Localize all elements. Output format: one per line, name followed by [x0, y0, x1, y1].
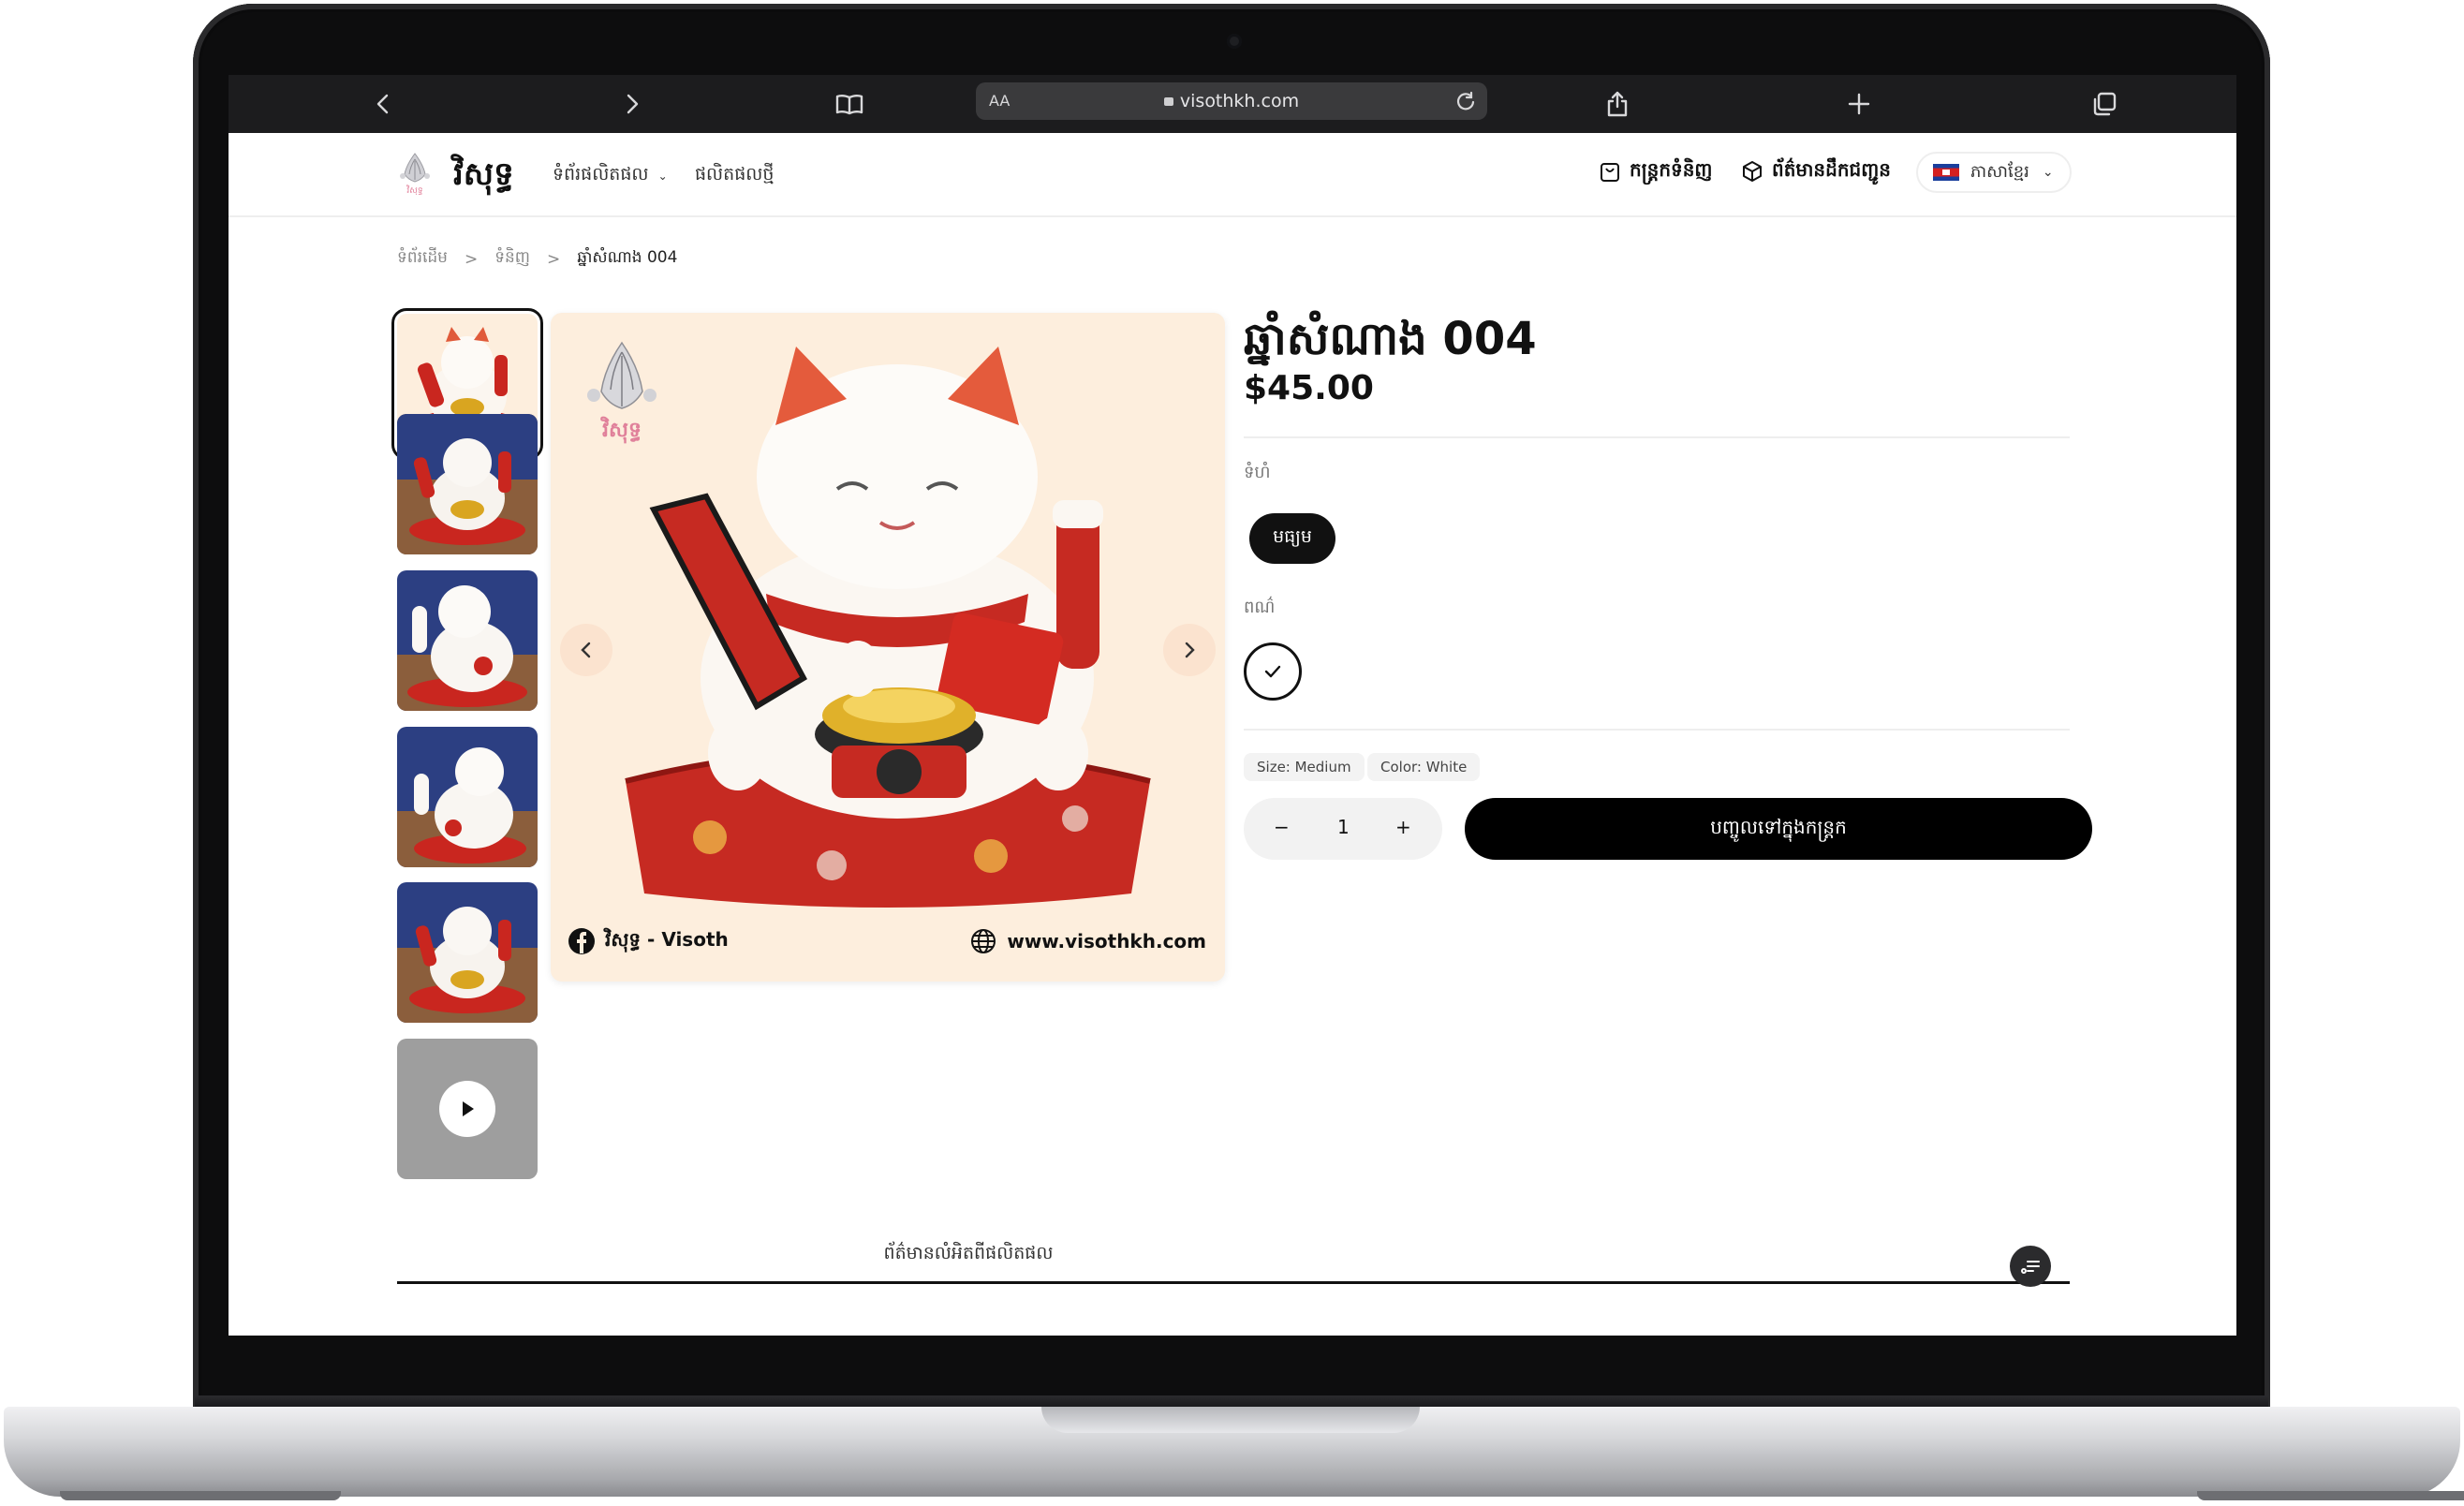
breadcrumb-current: ឆ្នាំសំណាង 004	[577, 248, 678, 267]
address-bar[interactable]: AA visothkh.com	[976, 82, 1487, 120]
tabs-overview-button[interactable]	[2083, 82, 2126, 126]
plus-icon	[1848, 93, 1870, 115]
chevron-left-icon	[581, 642, 591, 658]
laptop-foot	[2197, 1491, 2464, 1500]
tab-underline	[397, 1281, 2070, 1284]
increase-quantity-button[interactable]: +	[1395, 816, 1411, 838]
thumbnail-2[interactable]	[397, 414, 538, 554]
chevron-right-icon	[627, 94, 639, 114]
tabs-icon	[2093, 92, 2117, 116]
website: វិសុទ្ធ វិសុទ្ធ ទំព័រផលិតផល ⌄ ផលិតផលថ្មី…	[229, 133, 2236, 1336]
quantity-value: 1	[1337, 816, 1350, 838]
breadcrumb-home[interactable]: ទំព័រដើម	[397, 247, 448, 271]
website-text: www.visothkh.com	[1007, 930, 1206, 952]
facebook-text: វិសុទ្ធ - Visoth	[605, 928, 729, 951]
cart-label: កន្ត្រកទំនិញ	[1630, 158, 1713, 181]
play-button[interactable]	[439, 1081, 495, 1137]
product-price: $45.00	[1244, 369, 1374, 407]
thumbnail-5[interactable]	[397, 882, 538, 1023]
size-label: ទំហំ	[1244, 463, 1271, 482]
back-button[interactable]	[361, 82, 405, 126]
cart-link[interactable]: កន្ត្រកទំនិញ	[1598, 157, 1712, 185]
main-product-image[interactable]: វិសុទ្ធ វិសុទ្ធ - Visoth www.visothkh.co…	[551, 313, 1225, 982]
bookmarks-button[interactable]	[828, 82, 871, 126]
shopping-bag-icon	[1601, 163, 1619, 182]
site-header: វិសុទ្ធ វិសុទ្ធ ទំព័រផលិតផល ⌄ ផលិតផលថ្មី…	[229, 133, 2236, 217]
divider	[1244, 729, 2070, 731]
url-text: visothkh.com	[1179, 91, 1300, 111]
tab-product-details[interactable]: ព័ត៌មានលំអិតពីផលិតផល	[229, 1242, 1708, 1268]
selected-size-tag: Size: Medium	[1244, 753, 1365, 781]
color-label: ពណ៌	[1244, 598, 1276, 617]
add-to-cart-button[interactable]: បញ្ចូលទៅក្នុងកន្ត្រក	[1465, 798, 2092, 860]
lucky-cat-thumbnail	[397, 585, 538, 711]
shipping-info-link[interactable]: ព័ត៌មានដឹកជញ្ជូន	[1740, 157, 1891, 185]
color-swatch-white[interactable]	[1244, 642, 1302, 701]
share-button[interactable]	[1596, 82, 1639, 126]
nav-products-dropdown[interactable]: ទំព័រផលិតផល ⌄	[553, 163, 668, 189]
decrease-quantity-button[interactable]: −	[1274, 816, 1290, 838]
nav-products-label: ទំព័រផលិតផល	[553, 164, 649, 185]
lucky-cat-thumbnail	[397, 414, 538, 554]
product-title: ឆ្នាំសំណាង 004	[1244, 313, 1537, 365]
new-tab-button[interactable]	[1837, 82, 1881, 126]
svg-text:វិសុទ្ធ: វិសុទ្ធ	[406, 185, 422, 195]
video-thumbnail[interactable]	[397, 1039, 538, 1179]
shipping-label: ព័ត៌មានដឹកជញ្ជូន	[1772, 158, 1891, 181]
website-watermark: www.visothkh.com	[969, 927, 1206, 955]
breadcrumb-separator: >	[547, 249, 561, 269]
facebook-watermark: វិសុទ្ធ - Visoth	[568, 927, 729, 955]
prev-image-button[interactable]	[560, 624, 612, 676]
breadcrumb-separator: >	[464, 249, 479, 269]
next-image-button[interactable]	[1163, 624, 1216, 676]
play-icon	[463, 1101, 474, 1116]
thumbnail-3[interactable]	[397, 570, 538, 711]
chevron-left-icon	[376, 94, 389, 114]
watermark-logo: វិសុទ្ធ	[587, 341, 657, 444]
forward-button[interactable]	[611, 82, 654, 126]
browser-toolbar: AA visothkh.com	[229, 75, 2236, 133]
brand-name[interactable]: វិសុទ្ធ	[453, 154, 514, 200]
breadcrumb-products[interactable]: ទំនិញ	[494, 247, 530, 271]
breadcrumb: ទំព័រដើម > ទំនិញ > ឆ្នាំសំណាង 004	[397, 247, 677, 271]
selected-color-tag: Color: White	[1367, 753, 1481, 781]
laptop-foot	[60, 1491, 341, 1500]
lucky-cat-thumbnail	[397, 907, 538, 1023]
chevron-down-icon: ⌄	[657, 170, 668, 183]
check-icon	[1264, 665, 1281, 678]
lucky-cat-thumbnail	[397, 747, 538, 867]
globe-icon	[971, 929, 996, 953]
quantity-stepper: − 1 +	[1244, 798, 1442, 860]
cambodia-flag-icon	[1933, 164, 1959, 181]
camera-icon	[1227, 34, 1242, 49]
nav-new-products[interactable]: ផលិតផលថ្មី	[695, 163, 774, 189]
laptop-notch	[1041, 1407, 1420, 1433]
reload-icon[interactable]	[1455, 91, 1476, 111]
lock-icon	[1163, 97, 1173, 106]
chevron-down-icon: ⌄	[2042, 165, 2054, 180]
divider	[1244, 436, 2070, 438]
book-icon	[835, 95, 863, 115]
thumbnail-4[interactable]	[397, 727, 538, 867]
brand-logo[interactable]: វិសុទ្ធ	[397, 152, 433, 195]
floating-menu-button[interactable]	[2010, 1246, 2051, 1287]
filter-list-icon	[2021, 1261, 2040, 1274]
facebook-icon	[568, 928, 595, 954]
size-option-medium[interactable]: មធ្យម	[1249, 513, 1335, 564]
share-icon	[1607, 91, 1628, 117]
chevron-right-icon	[1185, 642, 1195, 658]
screen: AA visothkh.com វិសុទ្ធ វិសុទ្ធ ទំព័រផលិ…	[229, 75, 2236, 1336]
svg-text:វិសុទ្ធ: វិសុទ្ធ	[600, 416, 642, 444]
package-icon	[1743, 161, 1762, 182]
language-selector[interactable]: ភាសាខ្មែរ ⌄	[1916, 152, 2072, 193]
language-label: ភាសាខ្មែរ	[1970, 161, 2029, 182]
